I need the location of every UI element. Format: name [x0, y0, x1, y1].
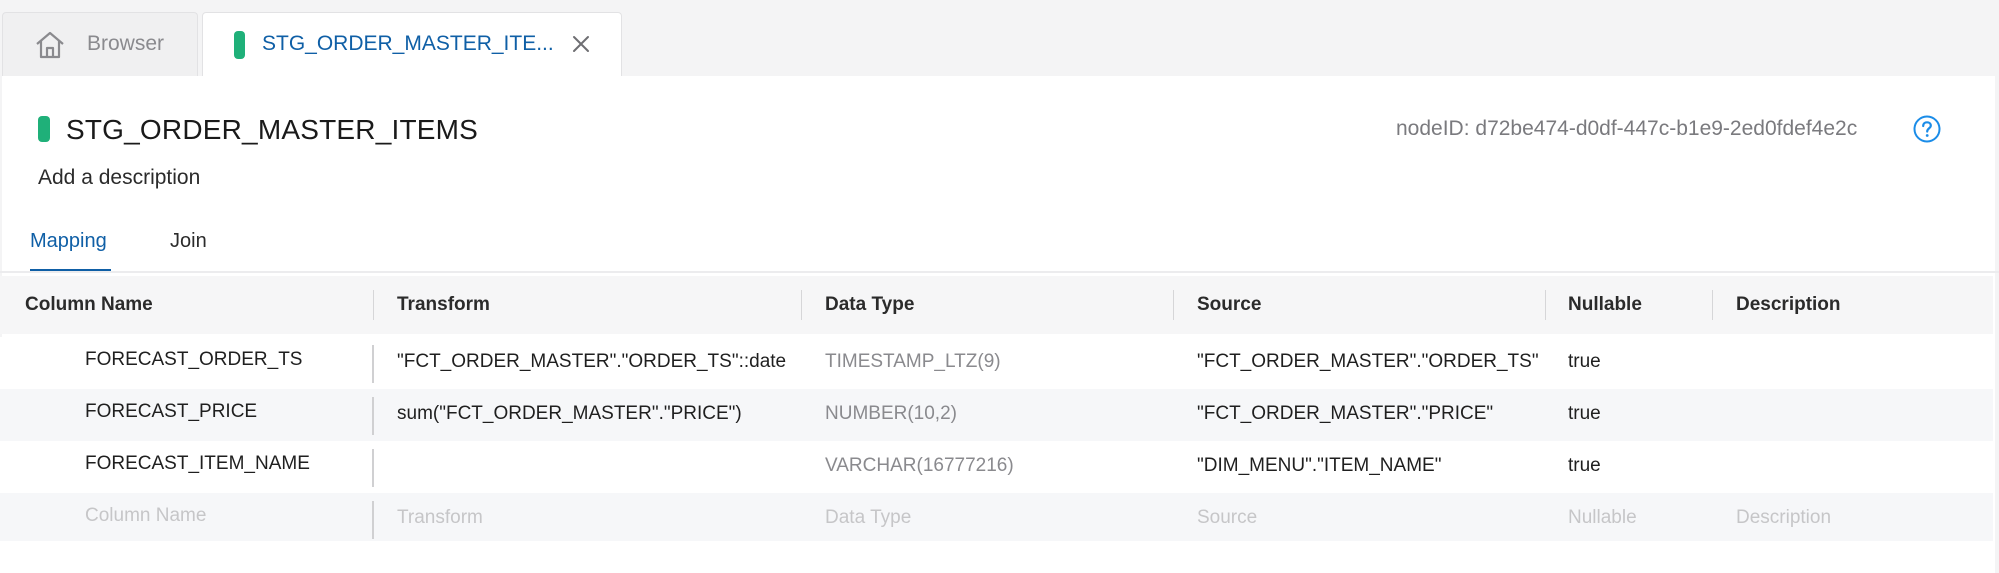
table-row[interactable]: FORECAST_PRICE sum("FCT_ORDER_MASTER"."P…: [0, 389, 1993, 441]
table-row[interactable]: FORECAST_ITEM_NAME VARCHAR(16777216) "DI…: [0, 441, 1993, 493]
cell-data-type[interactable]: NUMBER(10,2): [825, 403, 957, 425]
cell-column-name[interactable]: FORECAST_ITEM_NAME: [85, 453, 310, 475]
cell-data-type[interactable]: TIMESTAMP_LTZ(9): [825, 351, 1001, 373]
header-nullable[interactable]: Nullable: [1568, 294, 1642, 316]
row-divider: [372, 345, 374, 383]
node-type-icon: [234, 31, 245, 59]
new-nullable-input[interactable]: Nullable: [1568, 507, 1637, 529]
node-type-icon: [38, 116, 50, 142]
cell-nullable[interactable]: true: [1568, 403, 1601, 425]
tab-mapping[interactable]: Mapping: [30, 230, 107, 253]
description-field[interactable]: Add a description: [38, 166, 200, 190]
column-divider[interactable]: [1712, 290, 1713, 320]
help-icon[interactable]: [1912, 114, 1942, 144]
new-source-input[interactable]: Source: [1197, 507, 1257, 529]
cell-transform[interactable]: sum("FCT_ORDER_MASTER"."PRICE"): [397, 403, 742, 425]
new-column-name-input[interactable]: Column Name: [85, 505, 206, 527]
row-divider: [372, 397, 374, 435]
table-row[interactable]: FORECAST_ORDER_TS "FCT_ORDER_MASTER"."OR…: [0, 337, 1993, 389]
cell-column-name[interactable]: FORECAST_ORDER_TS: [85, 349, 302, 371]
column-divider[interactable]: [1545, 290, 1546, 320]
tab-browser-label: Browser: [87, 32, 165, 55]
header-data-type[interactable]: Data Type: [825, 294, 914, 316]
tab-browser[interactable]: Browser: [2, 12, 198, 76]
row-divider: [372, 501, 374, 539]
new-data-type-input[interactable]: Data Type: [825, 507, 911, 529]
column-divider[interactable]: [373, 290, 374, 320]
header-description[interactable]: Description: [1736, 294, 1841, 316]
new-row[interactable]: Column Name Transform Data Type Source N…: [0, 493, 1993, 545]
cell-data-type[interactable]: VARCHAR(16777216): [825, 455, 1014, 477]
node-title[interactable]: STG_ORDER_MASTER_ITEMS: [66, 114, 478, 146]
cell-nullable[interactable]: true: [1568, 351, 1601, 373]
cell-source[interactable]: "DIM_MENU"."ITEM_NAME": [1197, 455, 1441, 477]
tab-bar: Browser STG_ORDER_MASTER_ITE...: [0, 0, 1999, 76]
cell-source[interactable]: "FCT_ORDER_MASTER"."ORDER_TS": [1197, 351, 1539, 373]
grid-footer-space: [0, 541, 1993, 573]
tab-stg-order-master-items[interactable]: STG_ORDER_MASTER_ITE...: [202, 12, 622, 76]
new-transform-input[interactable]: Transform: [397, 507, 483, 529]
header-transform[interactable]: Transform: [397, 294, 490, 316]
header-column-name[interactable]: Column Name: [25, 294, 153, 316]
divider: [0, 271, 1999, 273]
close-icon[interactable]: [567, 30, 595, 58]
new-description-input[interactable]: Description: [1736, 507, 1831, 529]
cell-source[interactable]: "FCT_ORDER_MASTER"."PRICE": [1197, 403, 1493, 425]
tab-join[interactable]: Join: [170, 230, 207, 253]
cell-column-name[interactable]: FORECAST_PRICE: [85, 401, 257, 423]
cell-nullable[interactable]: true: [1568, 455, 1601, 477]
cell-transform[interactable]: "FCT_ORDER_MASTER"."ORDER_TS"::date: [397, 351, 786, 373]
header-source[interactable]: Source: [1197, 294, 1261, 316]
row-divider: [372, 449, 374, 487]
column-divider[interactable]: [1173, 290, 1174, 320]
grid-header: Column Name Transform Data Type Source N…: [0, 276, 1993, 334]
home-icon: [36, 31, 64, 59]
tab-active-label: STG_ORDER_MASTER_ITE...: [262, 32, 554, 55]
column-divider[interactable]: [801, 290, 802, 320]
node-id: nodeID: d72be474-d0df-447c-b1e9-2ed0fdef…: [1396, 117, 1858, 140]
